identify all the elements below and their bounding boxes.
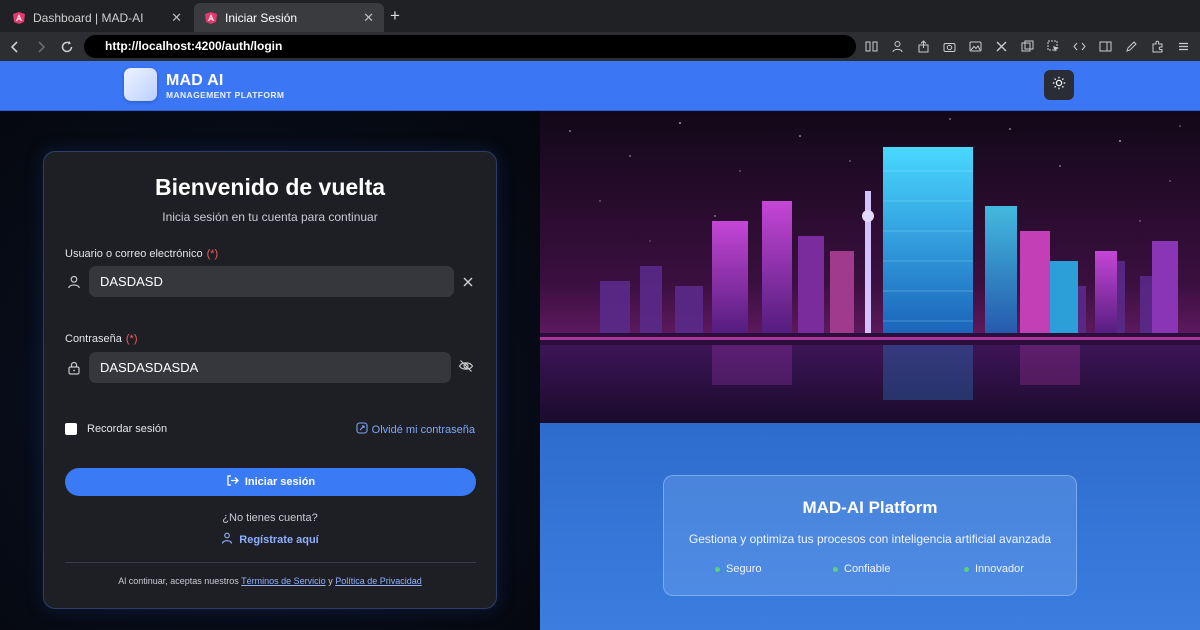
eye-off-icon[interactable] xyxy=(458,358,474,374)
remember-checkbox[interactable] xyxy=(65,423,77,435)
no-account-text: ¿No tienes cuenta? xyxy=(222,512,318,524)
close-tab-icon[interactable]: ✕ xyxy=(171,10,182,26)
theme-toggle-button[interactable] xyxy=(1044,70,1074,100)
cursor-select-icon[interactable] xyxy=(1040,35,1066,58)
terms-notice: Al continuar, aceptas nuestros Términos … xyxy=(118,576,422,586)
platform-title: MAD-AI Platform xyxy=(802,498,938,517)
browser-tab-bar: Dashboard | MAD-AI ✕ Iniciar Sesión ✕ + xyxy=(0,0,1200,32)
required-marker: (*) xyxy=(206,248,219,260)
camera-icon[interactable] xyxy=(936,35,962,58)
feature-item: Innovador xyxy=(964,563,1024,575)
tab-label: Iniciar Sesión xyxy=(225,10,298,25)
platform-info-card: MAD-AI Platform Gestiona y optimiza tus … xyxy=(663,475,1077,596)
divider xyxy=(65,562,476,563)
tools-icon[interactable] xyxy=(988,35,1014,58)
brand-subtitle: MANAGEMENT PLATFORM xyxy=(166,90,285,100)
share-icon[interactable] xyxy=(910,35,936,58)
login-button[interactable]: Iniciar sesión xyxy=(65,468,476,496)
extensions-puzzle-icon[interactable] xyxy=(1144,35,1170,58)
status-dot xyxy=(964,566,969,572)
tab-login[interactable]: Iniciar Sesión ✕ xyxy=(194,3,384,32)
angular-favicon-icon xyxy=(204,11,218,25)
terms-link[interactable]: Términos de Servicio xyxy=(241,576,326,586)
back-icon[interactable] xyxy=(6,38,24,56)
app-logo[interactable] xyxy=(124,68,157,101)
sidebar-icon[interactable] xyxy=(1092,35,1118,58)
brand-name: MAD AI xyxy=(166,72,224,89)
privacy-link[interactable]: Política de Privacidad xyxy=(335,576,422,586)
username-label: Usuario o correo electrónico (*) xyxy=(65,248,219,260)
tab-dashboard[interactable]: Dashboard | MAD-AI ✕ xyxy=(2,3,192,32)
feature-item: Confiable xyxy=(833,563,890,575)
app-header: MAD AI MANAGEMENT PLATFORM xyxy=(0,61,1200,111)
required-marker: (*) xyxy=(125,333,138,345)
browser-toolbar: http://localhost:4200/auth/login xyxy=(0,32,1200,61)
feature-item: Seguro xyxy=(715,563,761,575)
toolbar-extensions xyxy=(858,35,1196,58)
sign-in-icon xyxy=(226,474,239,490)
login-subtitle: Inicia sesión en tu cuenta para continua… xyxy=(162,210,378,224)
forward-icon[interactable] xyxy=(32,38,50,56)
password-label: Contraseña (*) xyxy=(65,333,138,345)
user-plus-icon xyxy=(221,532,233,547)
status-dot xyxy=(715,566,720,572)
address-bar[interactable]: http://localhost:4200/auth/login xyxy=(84,35,856,58)
key-reset-icon xyxy=(356,422,368,437)
tab-copy-icon[interactable] xyxy=(1014,35,1040,58)
username-input[interactable]: DASDASD xyxy=(89,266,454,297)
password-input[interactable]: DASDASDASDA xyxy=(89,352,451,383)
close-tab-icon[interactable]: ✕ xyxy=(363,10,374,26)
sun-icon xyxy=(1052,76,1066,95)
pen-icon[interactable] xyxy=(1118,35,1144,58)
lock-icon xyxy=(66,360,82,376)
code-icon[interactable] xyxy=(1066,35,1092,58)
platform-description: Gestiona y optimiza tus procesos con int… xyxy=(688,532,1052,546)
menu-icon[interactable] xyxy=(1170,35,1196,58)
reload-icon[interactable] xyxy=(58,38,76,56)
login-card: Bienvenido de vuelta Inicia sesión en tu… xyxy=(43,151,497,609)
status-dot xyxy=(833,566,838,572)
image-icon[interactable] xyxy=(962,35,988,58)
profile-icon[interactable] xyxy=(884,35,910,58)
login-title: Bienvenido de vuelta xyxy=(154,174,386,200)
remember-label[interactable]: Recordar sesión xyxy=(87,423,167,435)
forgot-password-link[interactable]: Olvidé mi contraseña xyxy=(356,422,475,437)
login-pane: Bienvenido de vuelta Inicia sesión en tu… xyxy=(0,111,540,630)
register-link[interactable]: Regístrate aquí xyxy=(44,532,496,547)
clear-input-icon[interactable] xyxy=(460,274,476,290)
city-skyline-illustration xyxy=(540,111,1200,423)
split-view-icon[interactable] xyxy=(858,35,884,58)
angular-favicon-icon xyxy=(12,11,26,25)
tab-label: Dashboard | MAD-AI xyxy=(33,10,144,25)
user-icon xyxy=(66,274,82,290)
new-tab-icon[interactable]: + xyxy=(390,6,400,26)
promo-pane: MAD-AI Platform Gestiona y optimiza tus … xyxy=(540,111,1200,630)
